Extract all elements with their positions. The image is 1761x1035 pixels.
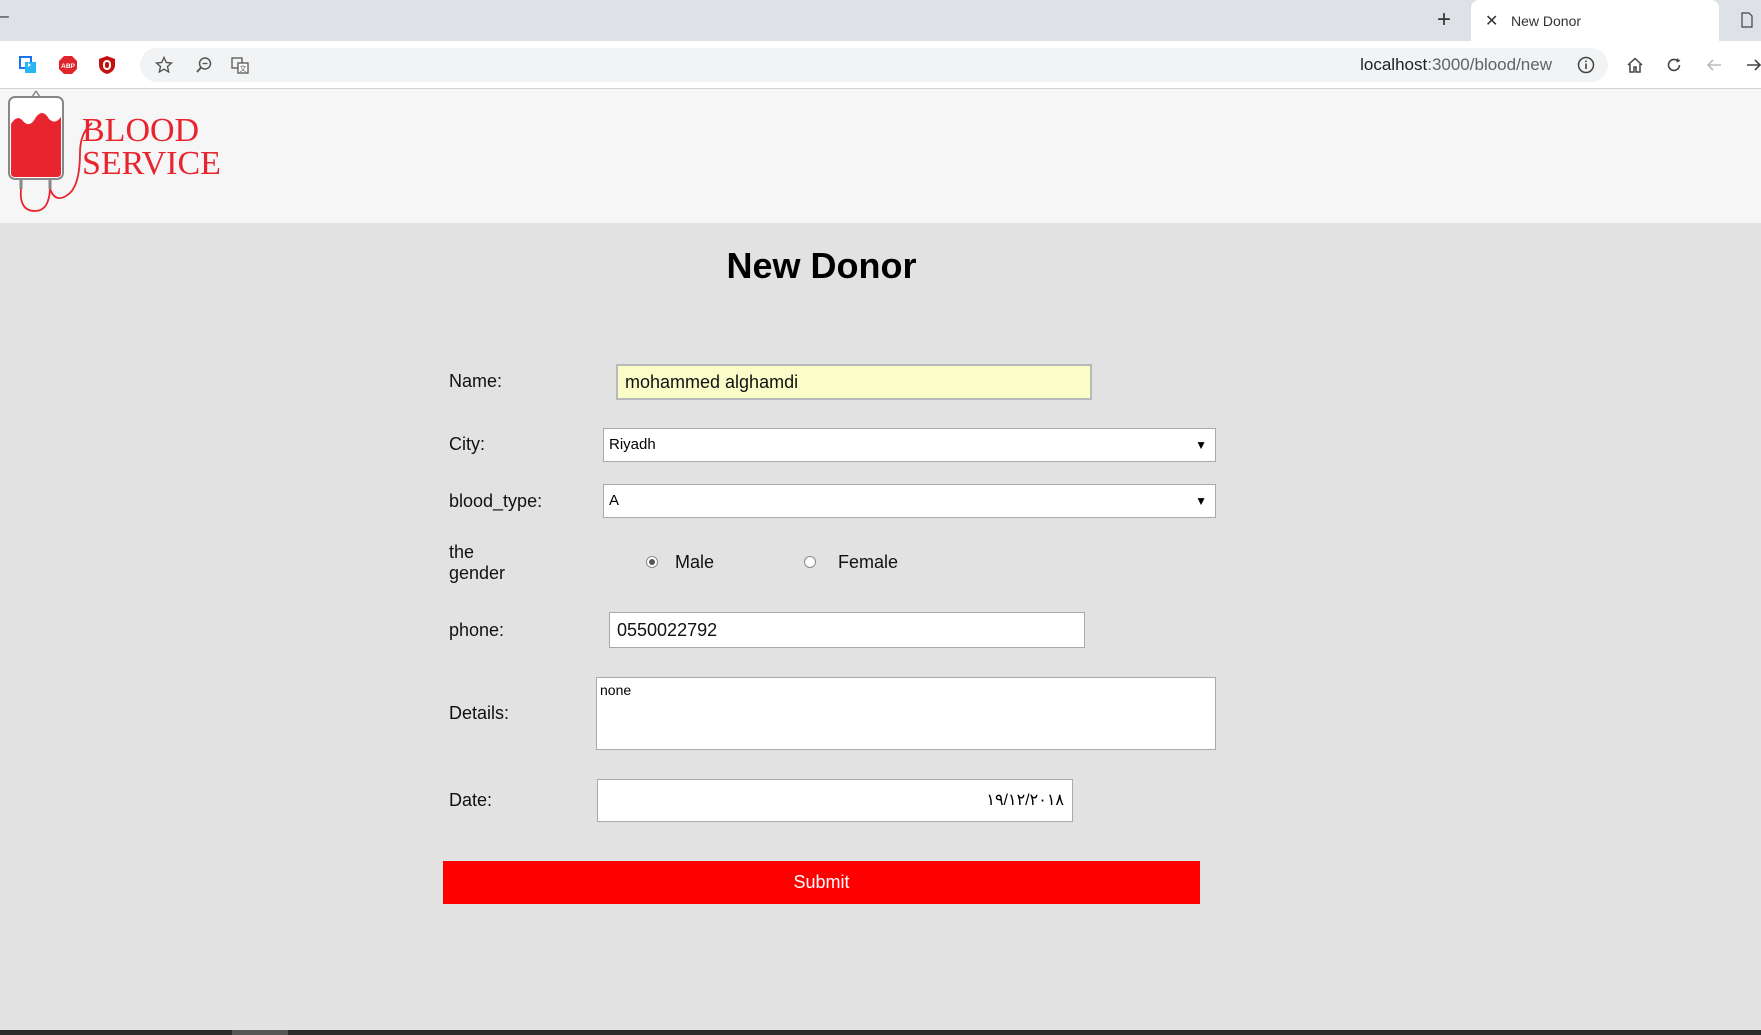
extension-sync-icon[interactable]: [16, 53, 40, 77]
site-info-icon[interactable]: [1576, 55, 1596, 75]
logo-text-service: SERVICE: [82, 145, 220, 182]
url-text[interactable]: localhost:3000/blood/new: [1360, 48, 1552, 82]
taskbar-strip: [0, 1030, 1761, 1035]
close-tab-icon[interactable]: ✕: [1485, 11, 1501, 31]
browser-toolbar: ABP 文 localhost:3000/blood/new: [0, 41, 1761, 89]
date-label: Date:: [449, 790, 493, 810]
logo-text-blood: BLOOD: [82, 112, 199, 149]
bookmark-star-icon[interactable]: [152, 53, 176, 77]
gender-female-label[interactable]: Female: [838, 552, 898, 573]
forward-arrow-icon[interactable]: [1742, 53, 1761, 77]
blood-type-selected-value: A: [609, 492, 620, 509]
gender-male-radio[interactable]: [646, 556, 658, 568]
ublock-icon[interactable]: [95, 53, 119, 77]
new-tab-button[interactable]: +: [1432, 6, 1456, 34]
home-icon[interactable]: [1623, 53, 1647, 77]
blood-type-select[interactable]: A ▼: [603, 484, 1216, 518]
browser-tab[interactable]: ✕ New Donor: [1471, 0, 1719, 41]
url-path: :3000/blood/new: [1427, 55, 1552, 74]
svg-text:ABP: ABP: [61, 63, 75, 70]
dropdown-arrow-icon: ▼: [1195, 494, 1207, 508]
zoom-icon[interactable]: [192, 53, 216, 77]
page-title: New Donor: [726, 245, 917, 286]
details-textarea[interactable]: none: [596, 677, 1216, 750]
taskbar-segment: [232, 1030, 288, 1035]
blood-type-label: blood_type:: [449, 491, 543, 511]
blood-service-logo[interactable]: BLOOD SERVICE: [6, 89, 220, 213]
gender-female-radio[interactable]: [804, 556, 816, 568]
back-arrow-icon[interactable]: [1702, 53, 1726, 77]
date-value: ١٩/١٢/٢٠١٨: [986, 792, 1064, 809]
phone-label: phone:: [449, 620, 505, 640]
translate-icon[interactable]: 文: [228, 53, 252, 77]
page-icon: [1741, 12, 1753, 28]
minimize-icon[interactable]: –: [0, 8, 12, 28]
browser-tab-strip: – + ✕ New Donor: [0, 0, 1761, 41]
phone-input[interactable]: [609, 612, 1085, 648]
adblock-icon[interactable]: ABP: [56, 53, 80, 77]
gender-label-line1: the: [449, 542, 475, 562]
address-bar[interactable]: 文 localhost:3000/blood/new: [140, 48, 1608, 82]
site-header: BLOOD SERVICE: [0, 89, 1761, 223]
city-selected-value: Riyadh: [609, 436, 656, 453]
dropdown-arrow-icon: ▼: [1195, 438, 1207, 452]
tab-title: New Donor: [1511, 12, 1582, 29]
details-label: Details:: [449, 703, 510, 723]
submit-button[interactable]: Submit: [443, 861, 1200, 904]
name-label: Name:: [449, 371, 503, 391]
gender-male-label[interactable]: Male: [675, 552, 714, 573]
city-select[interactable]: Riyadh ▼: [603, 428, 1216, 462]
date-input[interactable]: ١٩/١٢/٢٠١٨: [597, 779, 1073, 822]
url-host: localhost: [1360, 55, 1428, 74]
name-input[interactable]: [616, 364, 1092, 400]
gender-label-line2: gender: [449, 563, 506, 583]
city-label: City:: [449, 434, 485, 454]
svg-text:文: 文: [240, 64, 247, 73]
reload-icon[interactable]: [1662, 53, 1686, 77]
